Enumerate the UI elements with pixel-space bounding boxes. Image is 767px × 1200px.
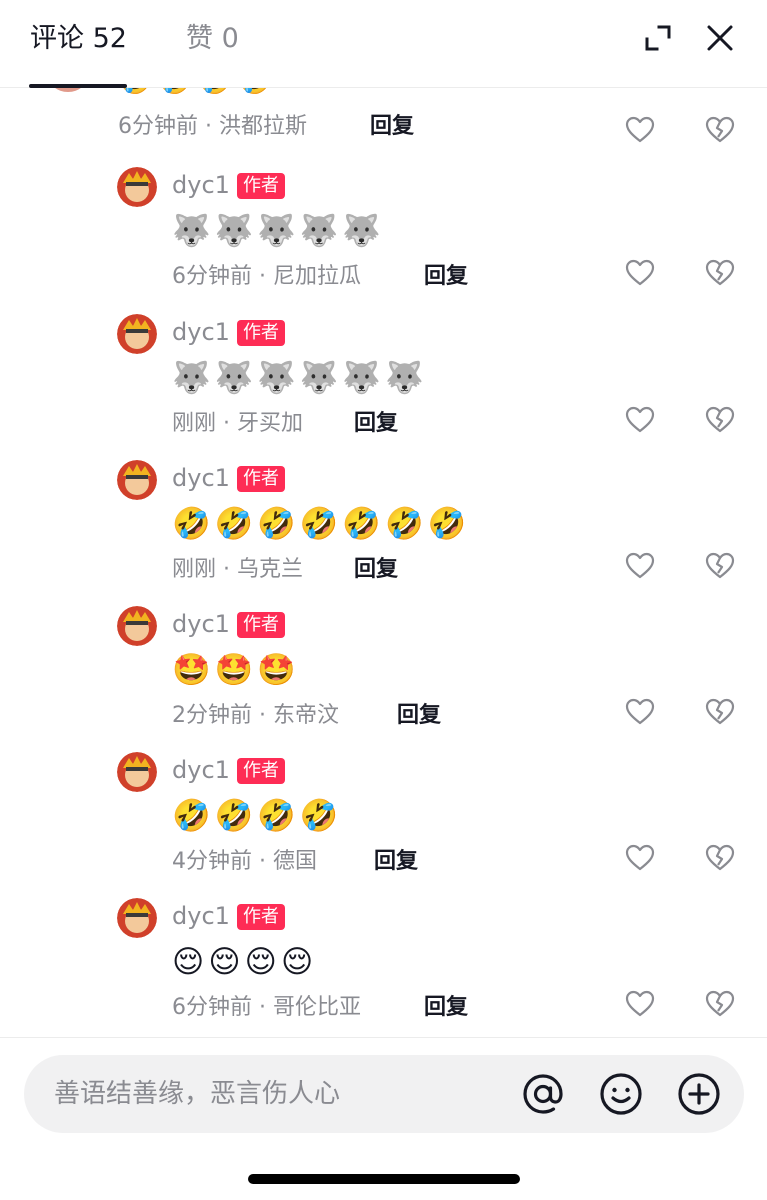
- comment-time: 6分钟前: [172, 995, 252, 1020]
- tab-likes[interactable]: 赞 0: [186, 20, 239, 58]
- comment-panel-header: 评论 52 赞 0: [0, 0, 767, 88]
- comment-text: 🤣🤣🤣🤣: [118, 88, 277, 94]
- reply-button[interactable]: 回复: [354, 555, 398, 585]
- dislike-broken-heart-icon[interactable]: [704, 550, 736, 582]
- dislike-broken-heart-icon[interactable]: [704, 114, 736, 146]
- like-heart-icon[interactable]: [624, 988, 656, 1020]
- comment-time: 2分钟前: [172, 703, 252, 728]
- comment-text: 🤣🤣🤣🤣🤣🤣🤣: [172, 506, 471, 542]
- avatar[interactable]: [117, 898, 157, 938]
- author-name[interactable]: dyc1: [172, 462, 230, 494]
- comment-location: 哥伦比亚: [273, 995, 362, 1020]
- dislike-broken-heart-icon[interactable]: [704, 842, 736, 874]
- author-badge: 作者: [237, 320, 285, 346]
- author-badge: 作者: [237, 466, 285, 492]
- divider: [0, 1037, 767, 1038]
- comment-location: 牙买加: [237, 411, 304, 436]
- comment-location: 德国: [273, 849, 318, 874]
- author-name[interactable]: dyc1: [172, 900, 230, 932]
- author-badge: 作者: [237, 173, 285, 199]
- author-badge: 作者: [237, 612, 285, 638]
- comment-meta: 6分钟前 · 尼加拉瓜: [172, 262, 361, 292]
- comment-composer: [24, 1055, 744, 1133]
- like-heart-icon[interactable]: [624, 842, 656, 874]
- reply-button[interactable]: 回复: [424, 262, 468, 292]
- comment-text: 😌😌😌😌: [172, 944, 318, 980]
- reply-button[interactable]: 回复: [397, 701, 441, 731]
- comment-time: 刚刚: [172, 411, 217, 436]
- comment-location: 洪都拉斯: [219, 114, 308, 139]
- comment-text: 🤣🤣🤣🤣: [172, 798, 343, 834]
- avatar[interactable]: [117, 752, 157, 792]
- comment-text: 🤩🤩🤩: [172, 652, 300, 688]
- author-name[interactable]: dyc1: [172, 608, 230, 640]
- reply-item: dyc1 作者 🤣🤣🤣🤣 4分钟前 · 德国 回复: [0, 752, 767, 898]
- meta-separator: ·: [259, 995, 273, 1020]
- like-heart-icon[interactable]: [624, 550, 656, 582]
- comment-time: 4分钟前: [172, 849, 252, 874]
- like-heart-icon[interactable]: [624, 696, 656, 728]
- add-plus-icon[interactable]: [676, 1071, 722, 1117]
- avatar[interactable]: [48, 88, 88, 92]
- tab-comments[interactable]: 评论 52: [30, 20, 127, 58]
- reply-button[interactable]: 回复: [370, 112, 414, 142]
- dislike-broken-heart-icon[interactable]: [704, 257, 736, 289]
- comment-location: 东帝汶: [273, 703, 340, 728]
- meta-separator: ·: [259, 849, 273, 874]
- meta-separator: ·: [259, 264, 273, 289]
- comment-meta: 4分钟前 · 德国: [172, 847, 317, 877]
- reply-item: dyc1 作者 🐺🐺🐺🐺🐺 6分钟前 · 尼加拉瓜 回复: [0, 167, 767, 313]
- comment-time: 刚刚: [172, 557, 217, 582]
- comment-text: 🐺🐺🐺🐺🐺: [172, 213, 385, 249]
- author-name[interactable]: dyc1: [172, 316, 230, 348]
- reply-item: dyc1 作者 😌😌😌😌 6分钟前 · 哥伦比亚 回复: [0, 898, 767, 1038]
- comment-meta: 刚刚 · 牙买加: [172, 409, 303, 439]
- comment-meta: 6分钟前 · 洪都拉斯: [118, 112, 307, 142]
- comment-time: 6分钟前: [172, 264, 252, 289]
- author-name[interactable]: dyc1: [172, 169, 230, 201]
- comment-input[interactable]: [54, 1075, 504, 1113]
- reply-item: dyc1 作者 🤩🤩🤩 2分钟前 · 东帝汶 回复: [0, 606, 767, 752]
- comment-text: 🐺🐺🐺🐺🐺🐺: [172, 360, 428, 396]
- active-tab-indicator: [29, 84, 127, 88]
- reply-button[interactable]: 回复: [424, 993, 468, 1023]
- expand-icon[interactable]: [640, 20, 676, 56]
- author-badge: 作者: [237, 758, 285, 784]
- meta-separator: ·: [259, 703, 273, 728]
- comment-item: 🤣🤣🤣🤣 6分钟前 · 洪都拉斯 回复: [0, 88, 767, 160]
- avatar[interactable]: [117, 460, 157, 500]
- comment-meta: 6分钟前 · 哥伦比亚: [172, 993, 361, 1023]
- reply-item: dyc1 作者 🐺🐺🐺🐺🐺🐺 刚刚 · 牙买加 回复: [0, 314, 767, 460]
- comment-list[interactable]: 🤣🤣🤣🤣 6分钟前 · 洪都拉斯 回复: [0, 88, 767, 1038]
- dislike-broken-heart-icon[interactable]: [704, 404, 736, 436]
- at-mention-icon[interactable]: [520, 1071, 566, 1117]
- author-badge: 作者: [237, 904, 285, 930]
- reply-item: dyc1 作者 🤣🤣🤣🤣🤣🤣🤣 刚刚 · 乌克兰 回复: [0, 460, 767, 606]
- avatar[interactable]: [117, 167, 157, 207]
- emoji-picker-icon[interactable]: [598, 1071, 644, 1117]
- like-heart-icon[interactable]: [624, 114, 656, 146]
- comment-meta: 刚刚 · 乌克兰: [172, 555, 303, 585]
- close-icon[interactable]: [702, 20, 738, 56]
- meta-separator: ·: [223, 557, 238, 582]
- dislike-broken-heart-icon[interactable]: [704, 988, 736, 1020]
- comment-location: 乌克兰: [237, 557, 304, 582]
- like-heart-icon[interactable]: [624, 257, 656, 289]
- reply-button[interactable]: 回复: [354, 409, 398, 439]
- reply-button[interactable]: 回复: [374, 847, 418, 877]
- like-heart-icon[interactable]: [624, 404, 656, 436]
- comment-meta: 2分钟前 · 东帝汶: [172, 701, 339, 731]
- comment-location: 尼加拉瓜: [273, 264, 362, 289]
- home-indicator[interactable]: [248, 1174, 520, 1184]
- meta-separator: ·: [223, 411, 238, 436]
- author-name[interactable]: dyc1: [172, 754, 230, 786]
- avatar[interactable]: [117, 606, 157, 646]
- comment-time: 6分钟前: [118, 114, 198, 139]
- avatar[interactable]: [117, 314, 157, 354]
- dislike-broken-heart-icon[interactable]: [704, 696, 736, 728]
- meta-separator: ·: [205, 114, 219, 139]
